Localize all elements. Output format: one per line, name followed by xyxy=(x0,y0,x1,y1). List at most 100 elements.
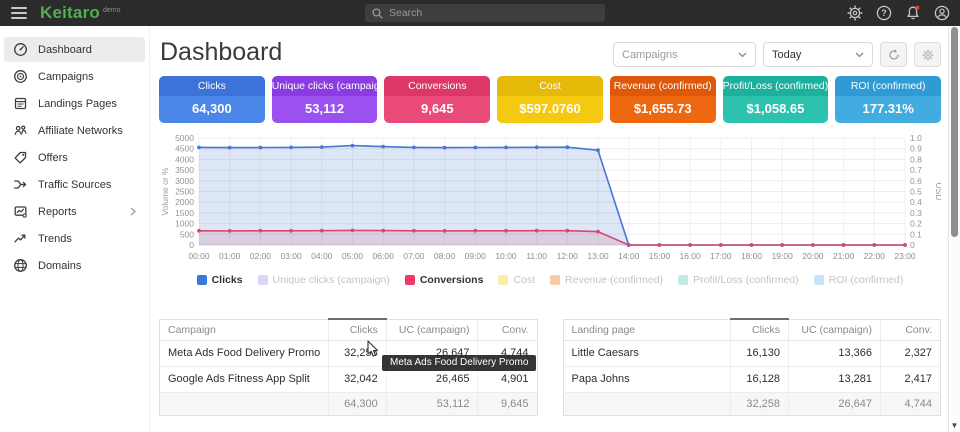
svg-text:06:00: 06:00 xyxy=(373,251,395,261)
column-header[interactable]: Clicks xyxy=(329,319,387,340)
refresh-icon xyxy=(888,49,900,61)
row-value-cell: 16,130 xyxy=(731,340,789,366)
legend-item[interactable]: Revenue (confirmed) xyxy=(550,274,663,286)
sidebar-item-landings-pages[interactable]: Landings Pages xyxy=(4,91,145,116)
settings-gear-icon[interactable] xyxy=(847,5,863,21)
metric-card-unique-clicks[interactable]: Unique clicks (campaign) 53,112 xyxy=(272,76,378,123)
svg-text:1500: 1500 xyxy=(175,208,194,218)
sidebar-item-label: Trends xyxy=(38,233,72,245)
legend-label: Profit/Loss (confirmed) xyxy=(693,274,799,286)
search-input[interactable] xyxy=(389,7,579,19)
table-header[interactable]: Landing pageClicksUC (campaign)Conv. xyxy=(563,319,941,340)
metric-value: 64,300 xyxy=(159,96,265,123)
metric-label: Revenue (confirmed) xyxy=(610,76,716,96)
table-header[interactable]: CampaignClicksUC (campaign)Conv. xyxy=(160,319,538,340)
svg-text:1000: 1000 xyxy=(175,219,194,229)
metric-value: 9,645 xyxy=(384,96,490,123)
gear-icon xyxy=(922,49,934,61)
chevron-down-icon xyxy=(738,52,747,58)
metric-card-profit-loss[interactable]: Profit/Loss (confirmed) $1,058.65 xyxy=(723,76,829,123)
scrollbar-down-arrow[interactable]: ▼ xyxy=(950,421,959,430)
row-name-cell[interactable]: Papa Johns xyxy=(563,366,731,392)
legend-label: Cost xyxy=(513,274,535,286)
metric-value: 53,112 xyxy=(272,96,378,123)
table-totals: 64,30053,1129,645 xyxy=(160,392,538,415)
scrollbar-thumb[interactable] xyxy=(951,27,958,237)
sidebar-item-offers[interactable]: Offers xyxy=(4,145,145,170)
column-header[interactable]: Conv. xyxy=(478,319,537,340)
table-row[interactable]: Little Caesars16,13013,3662,327 xyxy=(563,340,941,366)
legend-item[interactable]: Cost xyxy=(498,274,535,286)
metric-card-revenue[interactable]: Revenue (confirmed) $1,655.73 xyxy=(610,76,716,123)
chart-settings-button[interactable] xyxy=(914,42,941,67)
column-header[interactable]: UC (campaign) xyxy=(386,319,478,340)
row-name-cell[interactable]: Meta Ads Food Delivery Promo xyxy=(160,340,329,366)
svg-text:07:00: 07:00 xyxy=(403,251,425,261)
column-header[interactable]: UC (campaign) xyxy=(789,319,881,340)
row-name-cell[interactable]: Google Ads Fitness App Split xyxy=(160,366,329,392)
sidebar-item-label: Campaigns xyxy=(38,71,94,83)
row-value-cell: 13,366 xyxy=(789,340,881,366)
svg-text:05:00: 05:00 xyxy=(342,251,364,261)
table-body: Little Caesars16,13013,3662,327Papa John… xyxy=(563,340,941,392)
legend-label: ROI (confirmed) xyxy=(829,274,904,286)
dashboard-gauge-icon xyxy=(13,42,28,57)
legend-label: Revenue (confirmed) xyxy=(565,274,663,286)
svg-text:0: 0 xyxy=(910,240,915,250)
column-header[interactable]: Conv. xyxy=(881,319,941,340)
total-cell: 26,647 xyxy=(789,392,881,415)
sidebar-item-trends[interactable]: Trends xyxy=(4,226,145,251)
legend-item[interactable]: ROI (confirmed) xyxy=(814,274,904,286)
svg-text:04:00: 04:00 xyxy=(311,251,333,261)
column-header[interactable]: Landing page xyxy=(563,319,731,340)
legend-swatch xyxy=(678,275,688,285)
notifications-bell-icon[interactable] xyxy=(905,5,921,21)
svg-text:02:00: 02:00 xyxy=(250,251,272,261)
profile-icon[interactable] xyxy=(934,5,950,21)
sidebar-item-domains[interactable]: Domains xyxy=(4,253,145,278)
hamburger-menu-icon[interactable] xyxy=(11,7,27,19)
refresh-button[interactable] xyxy=(880,42,907,67)
metric-card-roi[interactable]: ROI (confirmed) 177.31% xyxy=(835,76,941,123)
legend-item[interactable]: Clicks xyxy=(197,274,243,286)
page-title: Dashboard xyxy=(160,38,282,67)
legend-item[interactable]: Unique clicks (campaign) xyxy=(258,274,390,286)
svg-text:4000: 4000 xyxy=(175,154,194,164)
column-header[interactable]: Campaign xyxy=(160,319,329,340)
metric-value: $1,655.73 xyxy=(610,96,716,123)
sidebar-item-dashboard[interactable]: Dashboard xyxy=(4,37,145,62)
right-axis-title: USD xyxy=(934,183,941,201)
totals-row: 32,25826,6474,744 xyxy=(563,392,941,415)
svg-text:0.6: 0.6 xyxy=(910,176,922,186)
svg-text:0.9: 0.9 xyxy=(910,144,922,154)
date-range-select[interactable]: Today xyxy=(763,42,873,67)
sidebar-item-traffic-sources[interactable]: Traffic Sources xyxy=(4,172,145,197)
metric-card-conversions[interactable]: Conversions 9,645 xyxy=(384,76,490,123)
chart-legend: Clicks Unique clicks (campaign) Conversion… xyxy=(159,272,941,288)
metric-card-cost[interactable]: Cost $597.0760 xyxy=(497,76,603,123)
sidebar-item-label: Domains xyxy=(38,260,81,272)
legend-item[interactable]: Conversions xyxy=(405,274,484,286)
svg-text:16:00: 16:00 xyxy=(679,251,701,261)
svg-text:3500: 3500 xyxy=(175,165,194,175)
sidebar-item-label: Offers xyxy=(38,152,68,164)
sidebar-item-label: Traffic Sources xyxy=(38,179,111,191)
sidebar-item-label: Landings Pages xyxy=(38,98,117,110)
legend-item[interactable]: Profit/Loss (confirmed) xyxy=(678,274,799,286)
sidebar-item-reports[interactable]: Reports xyxy=(4,199,145,224)
app-logo: Keitarodemo xyxy=(27,3,121,23)
metric-card-clicks[interactable]: Clicks 64,300 xyxy=(159,76,265,123)
svg-text:03:00: 03:00 xyxy=(280,251,302,261)
column-header[interactable]: Clicks xyxy=(731,319,789,340)
table-row[interactable]: Papa Johns16,12813,2812,417 xyxy=(563,366,941,392)
row-hover-tooltip: Meta Ads Food Delivery Promo xyxy=(382,355,536,371)
sidebar-item-campaigns[interactable]: Campaigns xyxy=(4,64,145,89)
campaigns-filter-select[interactable]: Campaigns xyxy=(613,42,756,67)
metric-label: ROI (confirmed) xyxy=(835,76,941,96)
sidebar-item-label: Dashboard xyxy=(38,44,92,56)
help-icon[interactable]: ? xyxy=(876,5,892,21)
total-cell xyxy=(160,392,329,415)
sidebar-item-affiliate-networks[interactable]: Affiliate Networks xyxy=(4,118,145,143)
total-cell: 9,645 xyxy=(478,392,537,415)
row-name-cell[interactable]: Little Caesars xyxy=(563,340,731,366)
